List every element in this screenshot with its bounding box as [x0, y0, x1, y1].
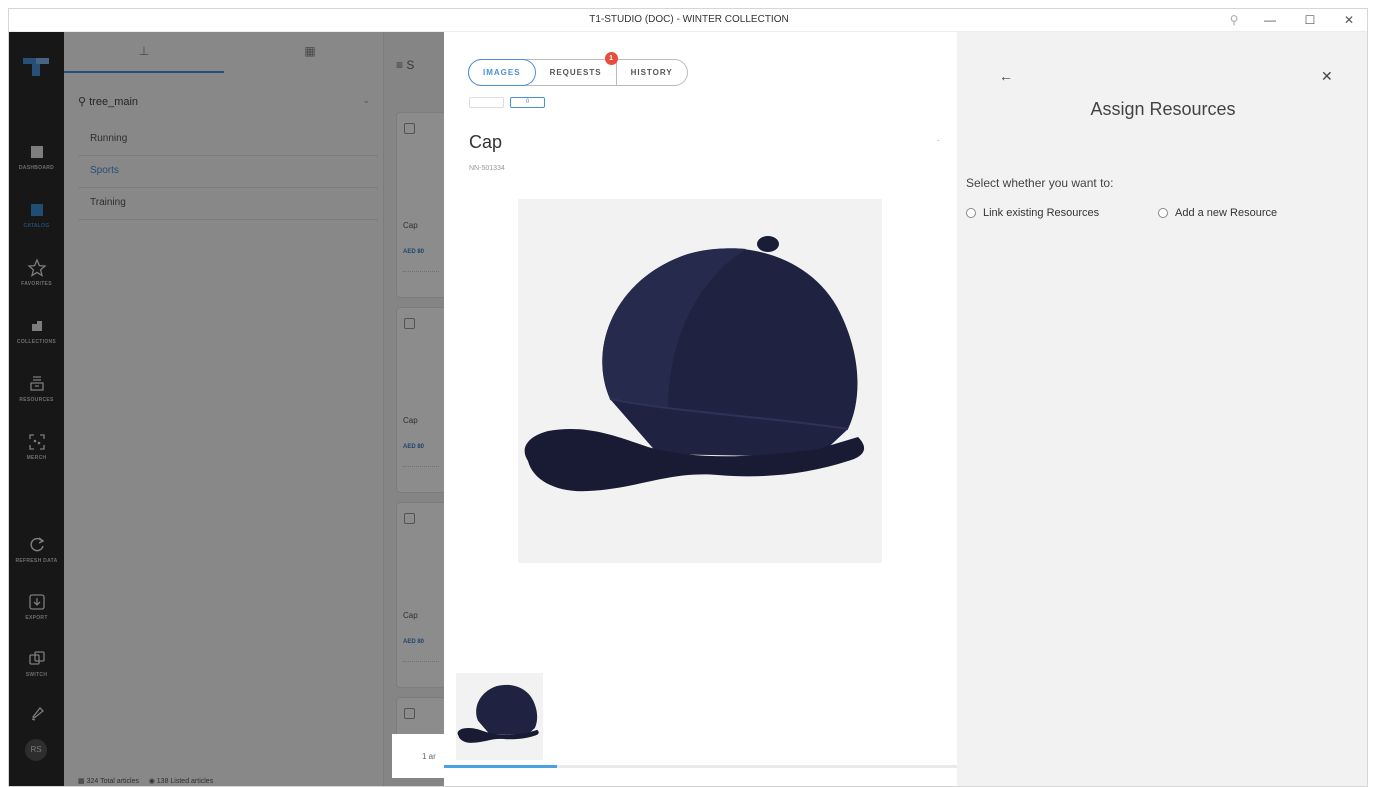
article-dash: - — [937, 135, 940, 145]
detail-tabs: IMAGES REQUESTS 1 HISTORY — [468, 52, 688, 86]
tab-images[interactable]: IMAGES — [468, 59, 536, 86]
tab-requests-label: REQUESTS — [549, 68, 602, 77]
radio-link-existing[interactable]: Link existing Resources — [966, 207, 1099, 219]
assign-prompt: Select whether you want to: — [966, 176, 1114, 190]
cap-thumbnail — [457, 684, 539, 743]
radio-add-new[interactable]: Add a new Resource — [1158, 207, 1277, 219]
image-thumbnail[interactable] — [456, 673, 543, 760]
progress-fill — [444, 765, 557, 768]
app-window: T1-STUDIO (DOC) - WINTER COLLECTION ⚲ — … — [8, 8, 1368, 787]
article-title: Cap — [469, 132, 503, 152]
window-title: T1-STUDIO (DOC) - WINTER COLLECTION — [589, 14, 789, 25]
tab-history[interactable]: HISTORY — [617, 60, 687, 85]
assign-resources-panel: ← ✕ Assign Resources Select whether you … — [957, 32, 1367, 786]
image-toggle-option-2[interactable]: 0 — [510, 97, 545, 108]
article-main-image[interactable] — [518, 199, 882, 563]
article-detail-panel: IMAGES REQUESTS 1 HISTORY 0 Cap NN-50133… — [444, 32, 957, 786]
minimize-button[interactable]: — — [1255, 11, 1285, 29]
zoom-icon[interactable]: ⚲ — [1219, 11, 1249, 29]
close-icon[interactable]: ✕ — [1321, 68, 1333, 85]
modal-overlay[interactable] — [9, 32, 444, 786]
back-arrow-icon[interactable]: ← — [999, 68, 1013, 84]
pagination-info: 1 ar — [392, 734, 444, 778]
progress-bar — [444, 765, 957, 768]
radio-circle[interactable] — [1158, 208, 1168, 218]
radio-link-existing-label: Link existing Resources — [983, 207, 1100, 219]
radio-circle[interactable] — [966, 208, 976, 218]
image-toggle: 0 — [469, 97, 545, 108]
title-bar: T1-STUDIO (DOC) - WINTER COLLECTION ⚲ — … — [9, 9, 1367, 32]
tab-requests[interactable]: REQUESTS 1 — [536, 52, 618, 85]
maximize-button[interactable]: ☐ — [1295, 11, 1325, 29]
image-toggle-option-1[interactable] — [469, 97, 504, 108]
article-number: NN-501334 — [469, 165, 505, 172]
panel-title: Assign Resources — [1090, 99, 1236, 119]
radio-add-new-label: Add a new Resource — [1175, 207, 1278, 219]
cap-image — [524, 236, 865, 492]
close-window-button[interactable]: ✕ — [1334, 11, 1364, 29]
